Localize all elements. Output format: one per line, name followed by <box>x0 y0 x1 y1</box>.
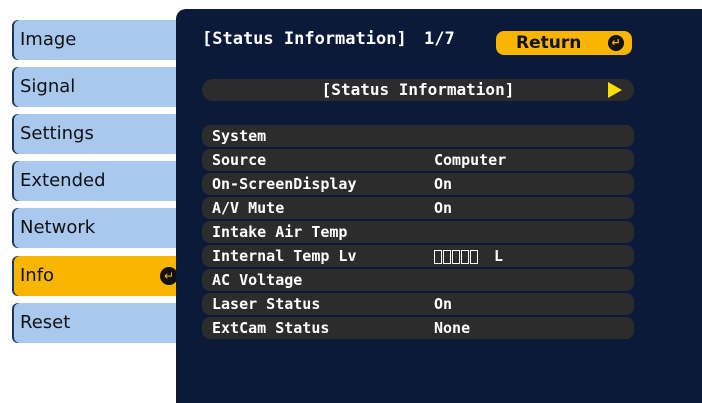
status-row-osd: On-ScreenDisplay On <box>202 173 634 195</box>
temp-level-box <box>443 250 451 264</box>
temp-level-box <box>461 250 469 264</box>
status-row-extcam-status: ExtCam Status None <box>202 317 634 339</box>
menu-tab-label: Image <box>20 29 77 50</box>
status-label: On-ScreenDisplay <box>212 175 357 193</box>
status-label: ExtCam Status <box>212 319 330 337</box>
menu-tab-label: Settings <box>20 123 94 144</box>
return-button-label: Return <box>516 33 582 53</box>
status-label: A/V Mute <box>212 199 285 217</box>
menu-tab-label: Reset <box>20 312 71 333</box>
main-menu: Image Signal Settings Extended Network I… <box>0 0 190 403</box>
status-row-laser-status: Laser Status On <box>202 293 634 315</box>
right-arrow-icon[interactable] <box>608 82 622 98</box>
status-row-internal-temp: Internal Temp Lv L <box>202 245 634 267</box>
status-label: Intake Air Temp <box>212 223 348 241</box>
status-value: On <box>434 175 453 193</box>
menu-tab-label: Network <box>20 217 96 238</box>
temp-level-box <box>452 250 460 264</box>
temp-level-boxes <box>434 246 479 268</box>
status-value: On <box>434 295 453 313</box>
panel-title: [Status Information] <box>202 29 407 49</box>
menu-tab-network[interactable]: Network <box>12 208 186 248</box>
menu-tab-extended[interactable]: Extended <box>12 161 186 201</box>
temp-level-box <box>470 250 478 264</box>
menu-tab-label: Signal <box>20 76 76 97</box>
status-list: System Source Computer On-ScreenDisplay … <box>202 125 634 341</box>
status-label: Source <box>212 151 267 169</box>
enter-icon: ↵ <box>608 35 624 51</box>
status-value-group: L <box>434 245 503 268</box>
status-value: On <box>434 199 453 217</box>
status-value: None <box>434 319 471 337</box>
status-row-av-mute: A/V Mute On <box>202 197 634 219</box>
menu-tab-label: Extended <box>20 170 106 191</box>
status-row-system: System <box>202 125 634 147</box>
status-value: L <box>494 247 504 265</box>
status-value: Computer <box>434 151 507 169</box>
status-label: Laser Status <box>212 295 321 313</box>
status-row-ac-voltage: AC Voltage <box>202 269 634 291</box>
status-label: Internal Temp Lv <box>212 247 357 265</box>
page-indicator: 1/7 <box>424 29 455 49</box>
menu-tab-signal[interactable]: Signal <box>12 67 186 107</box>
section-title: [Status Information] <box>321 80 515 99</box>
status-label: System <box>212 127 267 145</box>
menu-tab-info[interactable]: Info ↵ <box>12 256 186 296</box>
status-row-source: Source Computer <box>202 149 634 171</box>
section-title-bar[interactable]: [Status Information] <box>202 79 634 101</box>
menu-tab-label: Info <box>20 265 55 286</box>
menu-tab-reset[interactable]: Reset <box>12 303 186 343</box>
return-button[interactable]: Return ↵ <box>496 31 632 55</box>
status-info-panel: [Status Information] 1/7 Return ↵ [Statu… <box>176 9 702 403</box>
status-label: AC Voltage <box>212 271 303 289</box>
menu-tab-image[interactable]: Image <box>12 20 186 60</box>
menu-tab-settings[interactable]: Settings <box>12 114 186 154</box>
status-row-intake-air-temp: Intake Air Temp <box>202 221 634 243</box>
temp-level-box <box>434 250 442 264</box>
